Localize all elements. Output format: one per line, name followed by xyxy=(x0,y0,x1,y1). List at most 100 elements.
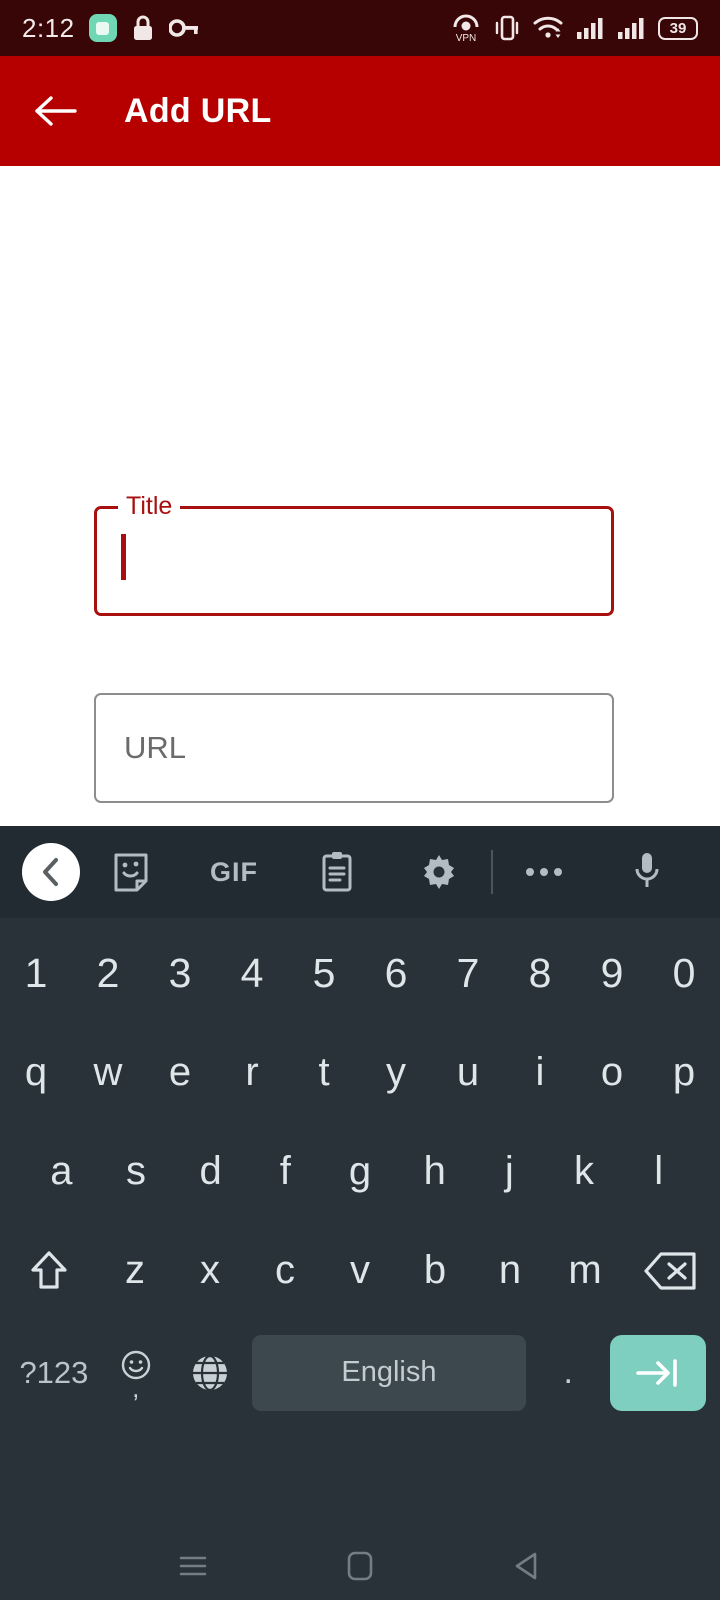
space-key[interactable]: English xyxy=(251,1334,527,1411)
key-m[interactable]: m xyxy=(548,1221,623,1320)
keyboard-row-top: q w e r t y u i o p xyxy=(0,1023,720,1122)
keyboard-toolbar: GIF xyxy=(0,826,720,918)
keyboard-row-middle: a s d f g h j k l xyxy=(0,1122,720,1221)
key-z[interactable]: z xyxy=(98,1221,173,1320)
key-b[interactable]: b xyxy=(398,1221,473,1320)
key-q[interactable]: q xyxy=(0,1023,72,1122)
key-6[interactable]: 6 xyxy=(360,924,432,1023)
key-x[interactable]: x xyxy=(173,1221,248,1320)
key-8[interactable]: 8 xyxy=(504,924,576,1023)
title-input[interactable]: Title xyxy=(94,493,614,616)
key-2[interactable]: 2 xyxy=(72,924,144,1023)
key-a[interactable]: a xyxy=(24,1122,99,1221)
tab-next-icon xyxy=(636,1358,677,1387)
signal-sim1-icon xyxy=(577,18,603,39)
status-time: 2:12 xyxy=(22,12,75,43)
key-7[interactable]: 7 xyxy=(432,924,504,1023)
status-bar-right: VPN 39 xyxy=(451,13,698,43)
vpn-icon: VPN xyxy=(453,14,479,43)
keyboard-settings-button[interactable] xyxy=(388,853,491,891)
key-u[interactable]: u xyxy=(432,1023,504,1122)
key-4[interactable]: 4 xyxy=(216,924,288,1023)
period-key[interactable]: . xyxy=(536,1353,600,1392)
key-n[interactable]: n xyxy=(473,1221,548,1320)
home-button[interactable] xyxy=(325,1541,395,1591)
gif-button[interactable]: GIF xyxy=(183,857,286,888)
sticker-button[interactable] xyxy=(80,852,183,892)
status-bar-left: 2:12 xyxy=(22,13,199,44)
key-f[interactable]: f xyxy=(248,1122,323,1221)
key-0[interactable]: 0 xyxy=(648,924,720,1023)
battery-icon: 39 xyxy=(658,16,698,40)
phone-screen: 2:12 VPN 39 Add URL Title URL GIF 1 2 3 … xyxy=(0,0,720,1600)
key-s[interactable]: s xyxy=(99,1122,174,1221)
recents-icon xyxy=(180,1556,207,1576)
key-o[interactable]: o xyxy=(576,1023,648,1122)
app-notification-icon xyxy=(88,14,117,42)
back-button[interactable] xyxy=(28,83,84,139)
key-h[interactable]: h xyxy=(397,1122,472,1221)
backspace-key[interactable] xyxy=(623,1221,720,1320)
key-9[interactable]: 9 xyxy=(576,924,648,1023)
key-y[interactable]: y xyxy=(360,1023,432,1122)
page-title: Add URL xyxy=(124,91,272,130)
url-input[interactable]: URL xyxy=(94,693,614,803)
emoji-comma-key[interactable]: , xyxy=(104,1350,168,1403)
language-switch-key[interactable] xyxy=(178,1353,242,1393)
url-input-placeholder: URL xyxy=(124,730,187,765)
nav-back-button[interactable] xyxy=(492,1541,562,1591)
key-t[interactable]: t xyxy=(288,1023,360,1122)
title-input-label: Title xyxy=(126,491,173,520)
key-r[interactable]: r xyxy=(216,1023,288,1122)
key-e[interactable]: e xyxy=(144,1023,216,1122)
key-d[interactable]: d xyxy=(173,1122,248,1221)
sticker-icon xyxy=(114,853,148,892)
home-icon xyxy=(347,1551,373,1581)
wifi-icon xyxy=(533,16,563,38)
key-w[interactable]: w xyxy=(72,1023,144,1122)
key-3[interactable]: 3 xyxy=(144,924,216,1023)
navigation-bar xyxy=(0,1532,720,1600)
form-content: Title URL xyxy=(0,166,720,826)
svg-text:VPN: VPN xyxy=(456,33,477,43)
arrow-left-icon xyxy=(35,96,77,126)
voice-input-button[interactable] xyxy=(595,851,698,893)
shift-icon xyxy=(31,1250,67,1289)
lock-icon xyxy=(133,15,152,40)
comma-label: , xyxy=(132,1373,140,1403)
key-p[interactable]: p xyxy=(648,1023,720,1122)
backspace-icon xyxy=(644,1251,696,1290)
key-j[interactable]: j xyxy=(472,1122,547,1221)
gif-label: GIF xyxy=(210,856,258,887)
clipboard-button[interactable] xyxy=(285,851,388,893)
key-1[interactable]: 1 xyxy=(0,924,72,1023)
key-icon xyxy=(168,19,198,37)
keyboard-toolbar-back-button[interactable] xyxy=(22,843,80,901)
key-g[interactable]: g xyxy=(323,1122,398,1221)
enter-key[interactable] xyxy=(610,1334,706,1411)
text-cursor xyxy=(121,534,126,580)
key-k[interactable]: k xyxy=(547,1122,622,1221)
key-i[interactable]: i xyxy=(504,1023,576,1122)
shift-key[interactable] xyxy=(0,1221,98,1320)
key-5[interactable]: 5 xyxy=(288,924,360,1023)
gear-icon xyxy=(424,855,455,889)
on-screen-keyboard: GIF 1 2 3 4 5 6 7 8 9 0 q w e r t y u i … xyxy=(0,826,720,1532)
nav-back-icon xyxy=(515,1552,536,1580)
keyboard-row-space: ?123 , English . xyxy=(0,1320,720,1425)
status-bar: 2:12 VPN 39 xyxy=(0,0,720,56)
vibrate-icon xyxy=(495,15,519,41)
microphone-icon xyxy=(635,853,659,887)
symbols-key[interactable]: ?123 xyxy=(14,1355,94,1391)
title-input-label-notch: Title xyxy=(118,491,181,520)
globe-icon xyxy=(192,1354,227,1391)
signal-sim2-icon xyxy=(618,18,644,39)
keyboard-rows: 1 2 3 4 5 6 7 8 9 0 q w e r t y u i o p … xyxy=(0,918,720,1425)
recents-button[interactable] xyxy=(158,1541,228,1591)
key-c[interactable]: c xyxy=(248,1221,323,1320)
keyboard-row-bottom: z x c v b n m xyxy=(0,1221,720,1320)
keyboard-row-numbers: 1 2 3 4 5 6 7 8 9 0 xyxy=(0,924,720,1023)
key-l[interactable]: l xyxy=(621,1122,696,1221)
key-v[interactable]: v xyxy=(323,1221,398,1320)
keyboard-overflow-button[interactable] xyxy=(493,865,596,879)
